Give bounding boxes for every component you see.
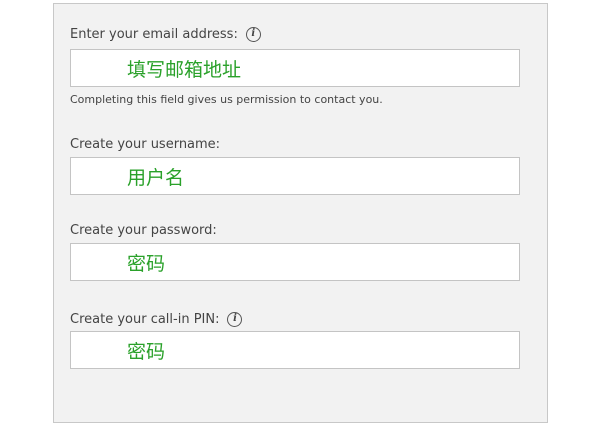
pin-label-text: Create your call-in PIN: — [70, 311, 220, 327]
email-label: Enter your email address: i — [70, 24, 261, 44]
pin-label: Create your call-in PIN: i — [70, 309, 243, 329]
email-label-text: Enter your email address: — [70, 26, 238, 42]
email-permission-hint: Completing this field gives us permissio… — [70, 93, 383, 106]
pin-field[interactable] — [70, 331, 520, 369]
username-label: Create your username: — [70, 134, 220, 154]
username-label-text: Create your username: — [70, 136, 221, 152]
password-field[interactable] — [70, 243, 520, 281]
signup-form-panel: Enter your email address: i Completing t… — [53, 3, 548, 423]
username-field[interactable] — [70, 157, 520, 195]
email-field[interactable] — [70, 49, 520, 87]
password-label-text: Create your password: — [70, 222, 217, 238]
password-label: Create your password: — [70, 220, 217, 240]
info-icon[interactable]: i — [245, 26, 261, 42]
info-icon[interactable]: i — [227, 311, 243, 327]
